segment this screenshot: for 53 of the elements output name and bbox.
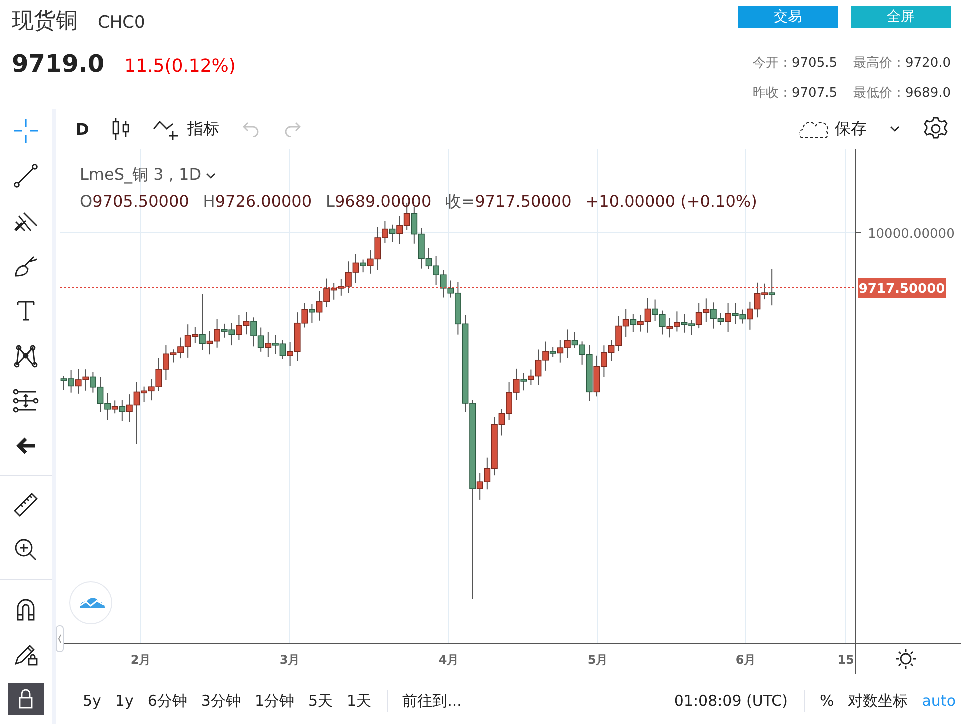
time-range-button[interactable]: 1y	[108, 692, 141, 710]
current-price-tag: 9717.50000	[858, 278, 946, 298]
chevron-down-icon	[206, 172, 216, 180]
save-button[interactable]: 保存	[799, 118, 867, 140]
ohlc-value: 收=9717.50000	[446, 192, 572, 213]
log-scale-button[interactable]: 对数坐标	[841, 692, 916, 710]
chevron-down-icon	[889, 125, 901, 133]
symbol-code: CHC0	[98, 13, 146, 33]
pattern-icon	[13, 343, 39, 369]
utc-clock: 01:08:09 (UTC)	[674, 692, 788, 710]
last-price: 9719.0	[12, 50, 105, 78]
time-range-button[interactable]: 1分钟	[248, 692, 302, 710]
redo-icon	[283, 121, 304, 137]
quote-stat: 昨收：9707.5	[753, 85, 838, 102]
time-axis-label: 5月	[588, 653, 608, 667]
time-axis-label: 3月	[280, 653, 300, 667]
quote-stat: 今开：9705.5	[753, 55, 838, 72]
series-title[interactable]: LmeS_铜 3 , 1D	[80, 165, 758, 186]
time-axis-label: 2月	[130, 653, 152, 667]
ohlc-value: H9726.00000	[203, 192, 312, 211]
crosshair-icon	[13, 118, 39, 144]
ohlc-value: L9689.00000	[326, 192, 432, 211]
time-axis-label: 15	[838, 653, 854, 667]
time-axis-label: 6月	[736, 653, 756, 667]
trend-line-icon	[13, 163, 39, 189]
ohlc-change: +10.00000 (+0.10%)	[586, 192, 758, 211]
zoom-in-icon	[13, 537, 39, 563]
undo-icon	[241, 121, 262, 137]
ohlc-value: O9705.50000	[80, 192, 190, 211]
candlestick-icon	[111, 117, 132, 141]
drawing-tool-button[interactable]	[8, 683, 44, 715]
instrument-title: 现货铜	[12, 8, 78, 36]
ruler-icon	[13, 492, 39, 518]
save-menu-button[interactable]	[889, 125, 901, 133]
time-range-button[interactable]: 5天	[301, 692, 340, 710]
range-measure-icon	[13, 388, 39, 414]
quote-stat: 最低价：9689.0	[854, 85, 951, 102]
interval-button[interactable]: D	[76, 120, 90, 138]
price-change: 11.5(0.12%)	[124, 56, 236, 77]
go-to-date-button[interactable]: 前往到...	[396, 692, 469, 710]
time-axis-label: 4月	[438, 653, 460, 667]
price-axis-label: 10000.00000	[868, 227, 955, 242]
settings-sun-icon[interactable]	[895, 648, 917, 670]
cloud-logo-icon[interactable]	[70, 582, 112, 624]
time-range-button[interactable]: 6分钟	[140, 692, 194, 710]
time-range-button[interactable]: 1天	[340, 692, 379, 710]
candle-style-button[interactable]	[111, 117, 132, 141]
collapse-handle[interactable]	[56, 626, 64, 652]
time-range-button[interactable]: 3分钟	[194, 692, 248, 710]
indicators-button[interactable]: 指标	[153, 117, 220, 141]
time-range-button[interactable]: 5y	[76, 692, 108, 710]
quote-stat: 最高价：9720.0	[854, 55, 951, 72]
percent-scale-button[interactable]: %	[812, 692, 842, 710]
